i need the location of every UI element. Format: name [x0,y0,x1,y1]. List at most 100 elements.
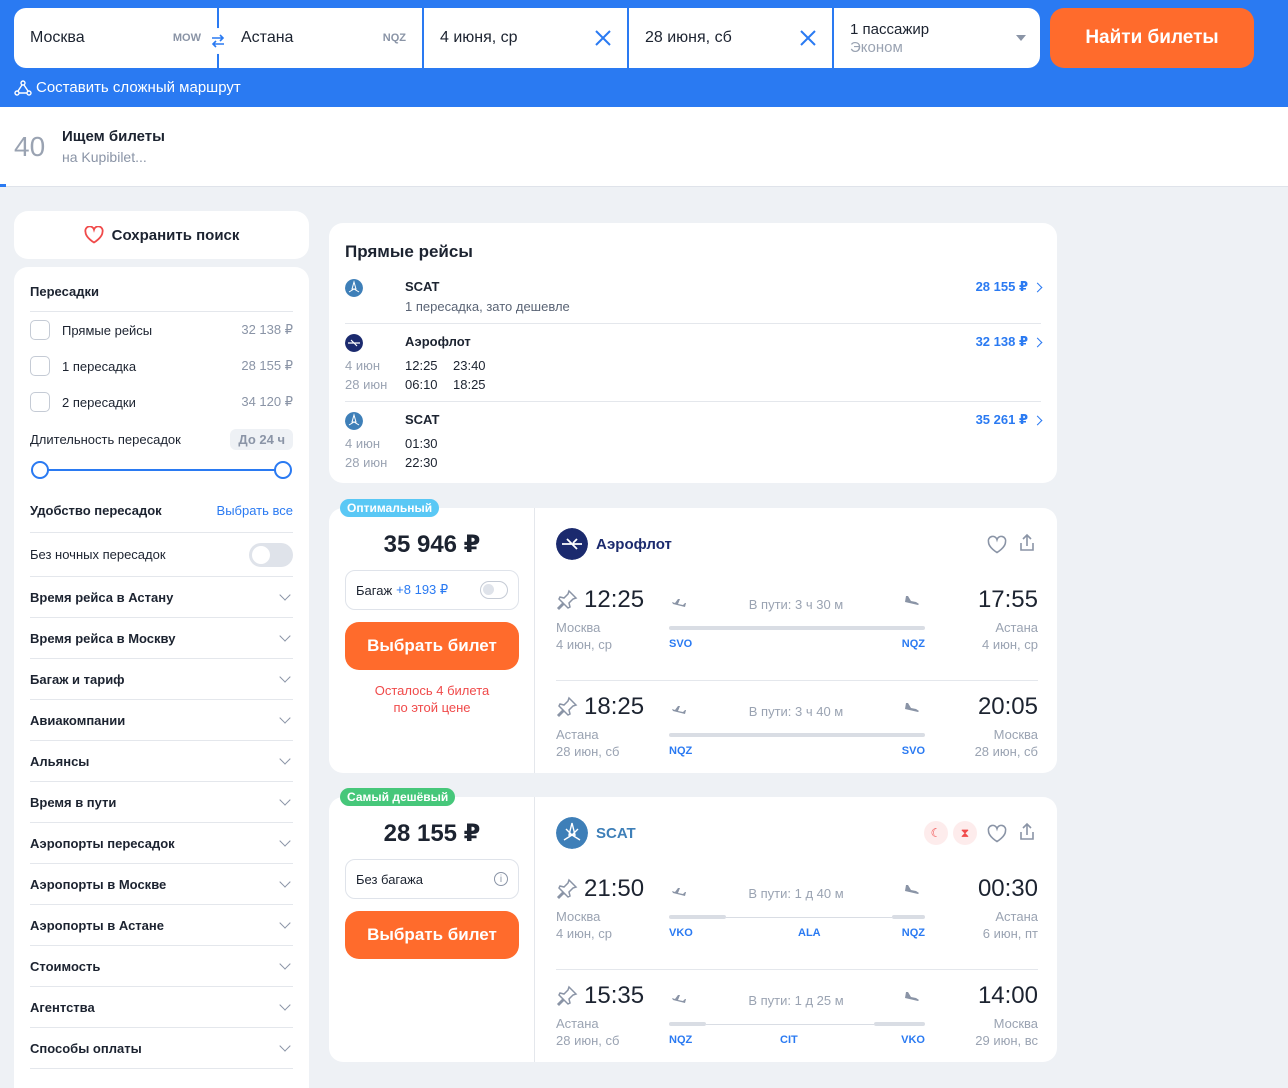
baggage-toggle[interactable] [480,581,508,599]
passengers-field[interactable]: 1 пассажир Эконом [834,8,1040,68]
direct-price: 28 155 ₽ [975,279,1028,294]
offer-itinerary[interactable]: SCAT ☾ ⧗ 21:50 Москва 4 июн, ср В пути: 1… [536,797,1057,1062]
share-icon[interactable] [1016,532,1038,554]
direct-row[interactable]: Аэрофлот 4 июн 12:25 23:40 28 июн 06:10 18:2… [345,324,1043,402]
filter-accordion[interactable]: Альянсы [30,741,293,782]
arrival-city: Москва [993,727,1038,742]
filter-accordion[interactable]: Авиакомпании [30,700,293,741]
complex-route-link[interactable]: Составить сложный маршрут [14,79,241,96]
convenience-label: Удобство пересадок [30,503,162,518]
slider-max-handle[interactable] [274,461,292,479]
filter-accordion[interactable]: Агентства [30,987,293,1028]
complex-route-label: Составить сложный маршрут [36,79,241,96]
transfer-duration-slider[interactable] [30,455,293,485]
direct-note: 1 пересадка, зато дешевле [405,299,570,314]
arrival-place: Москва 28 июн, сб [975,726,1038,760]
filter-accordion[interactable]: Аэропорты в Астане [30,905,293,946]
scat-logo-icon [345,279,363,297]
depart-date-field[interactable]: 4 июня, ср [424,8,629,68]
clear-icon[interactable] [593,28,613,48]
save-search-button[interactable]: Сохранить поиск [14,211,309,259]
stops-filter-direct[interactable]: Прямые рейсы 32 138 ₽ [30,312,293,348]
out-date: 4 июн [345,436,381,451]
arrival-date: 6 июн, пт [982,926,1038,941]
plane-landing-icon [904,703,920,715]
from-airport-code: NQZ [669,745,693,757]
filter-accordion[interactable]: Аэропорты в Москве [30,864,293,905]
offer-badge: Самый дешёвый [340,788,456,806]
out-arr: 23:40 [453,358,486,373]
direct-price-link[interactable]: 35 261 ₽ [975,412,1043,428]
select-ticket-button[interactable]: Выбрать билет [345,911,519,959]
filter-accordion[interactable]: Багаж и тариф [30,659,293,700]
offer-itinerary[interactable]: Аэрофлот 12:25 Москва 4 июн, ср В пути: 3… [536,508,1057,773]
departure-place: Астана 28 июн, сб [556,1015,619,1049]
from-airport-code: NQZ [669,1034,693,1046]
direct-row[interactable]: SCAT 1 пересадка, зато дешевле 28 155 ₽ [345,273,1043,324]
arrival-city: Москва [993,1016,1038,1031]
progress-subtitle: на Kupibilet... [62,149,147,165]
checkbox[interactable] [30,392,50,412]
pin-icon[interactable] [556,589,578,611]
checkbox[interactable] [30,320,50,340]
swap-button[interactable] [205,28,231,54]
filter-accordion[interactable]: Способы оплаты [30,1028,293,1069]
filter-accordion[interactable]: Время рейса в Москву [30,618,293,659]
select-all-link[interactable]: Выбрать все [217,503,293,518]
airline-name: Аэрофлот [405,334,471,349]
chevron-down-icon [279,589,291,601]
arrival-city: Астана [995,909,1038,924]
to-airport-code: SVO [901,745,925,757]
stops-filter-two[interactable]: 2 пересадки 34 120 ₽ [30,384,293,420]
baggage-option[interactable]: Багаж +8 193 ₽ [345,570,519,610]
filter-accordion-label: Аэропорты пересадок [30,835,175,851]
chevron-down-icon [279,876,291,888]
heart-icon[interactable] [986,823,1008,845]
pin-icon[interactable] [556,985,578,1007]
select-ticket-button[interactable]: Выбрать билет [345,622,519,670]
hourglass-icon[interactable]: ⧗ [953,821,977,845]
filter-accordion[interactable]: Время рейса в Астану [30,577,293,618]
track-segment [669,626,925,630]
direct-price: 35 261 ₽ [975,412,1028,427]
baggage-option[interactable]: Без багажа i [345,859,519,899]
direct-ret-line: 28 июн 22:30 [345,455,453,470]
to-field[interactable]: Астана NQZ [219,8,424,68]
clear-icon[interactable] [798,28,818,48]
heart-icon[interactable] [986,534,1008,556]
checkbox[interactable] [30,356,50,376]
progress-bar-fill [0,184,6,187]
from-field[interactable]: Москва MOW [14,8,219,68]
departure-time: 15:35 [584,982,645,1009]
filter-accordion[interactable]: Стоимость [30,946,293,987]
departure-city: Москва [556,620,601,635]
direct-out-line: 4 июн 01:30 [345,436,453,451]
airline-name: SCAT [405,279,440,294]
slider-min-handle[interactable] [31,461,49,479]
scat-logo-icon [556,817,588,849]
direct-row[interactable]: SCAT 4 июн 01:30 28 июн 22:30 35 261 ₽ [345,402,1043,480]
filter-accordion-label: Альянсы [30,753,90,769]
return-date-field[interactable]: 28 июня, сб [629,8,834,68]
pin-icon[interactable] [556,878,578,900]
stops-filter-one[interactable]: 1 пересадка 28 155 ₽ [30,348,293,384]
chevron-down-icon [279,917,291,929]
no-night-toggle[interactable] [249,542,293,567]
outbound-segment: 12:25 Москва 4 июн, ср В пути: 3 ч 30 м S… [556,574,1038,681]
ret-dep: 22:30 [405,455,438,470]
offer-price: 28 155 ₽ [383,820,481,847]
share-icon[interactable] [1016,821,1038,843]
direct-price-link[interactable]: 28 155 ₽ [975,279,1043,295]
filter-accordion[interactable]: Время в пути [30,782,293,823]
scat-logo-icon [345,412,363,430]
moon-icon[interactable]: ☾ [924,821,948,845]
info-icon[interactable]: i [494,872,508,886]
departure-city: Москва [556,909,601,924]
pin-icon[interactable] [556,696,578,718]
filter-accordion-label: Багаж и тариф [30,671,125,687]
filter-accordion-label: Авиакомпании [30,712,126,728]
track-layover [706,1023,874,1025]
filter-accordion[interactable]: Аэропорты пересадок [30,823,293,864]
direct-price-link[interactable]: 32 138 ₽ [976,334,1043,350]
find-tickets-button[interactable]: Найти билеты [1050,8,1254,68]
